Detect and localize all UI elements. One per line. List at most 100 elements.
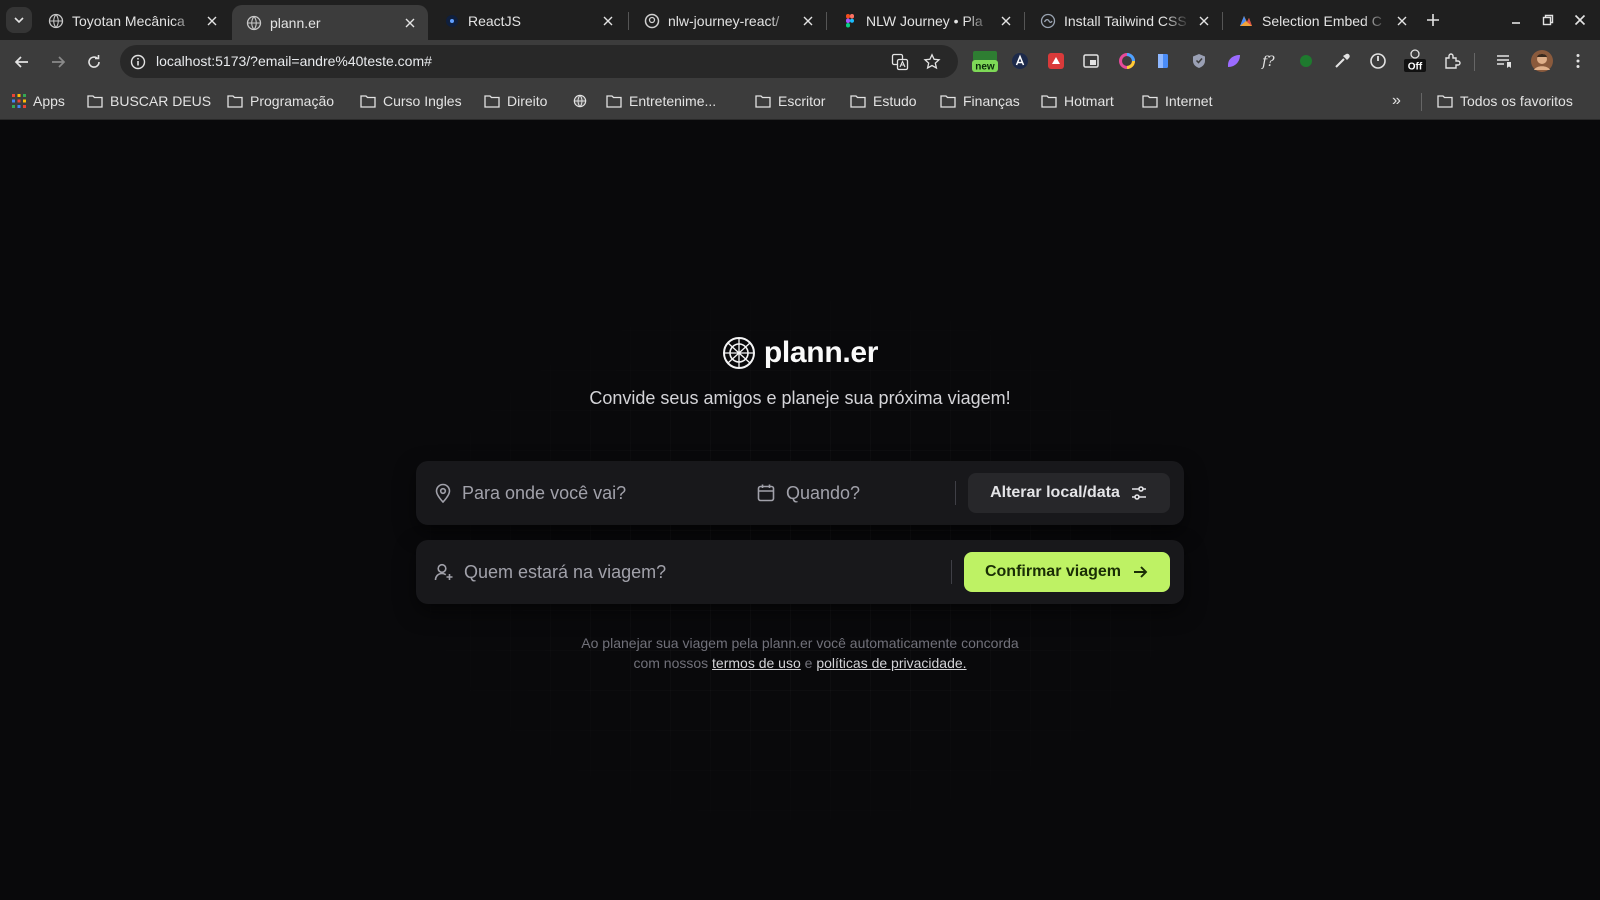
more-bookmarks-button[interactable]: »	[1392, 91, 1401, 111]
tab-toyotan[interactable]: Toyotan Mecânica	[34, 5, 230, 36]
plus-icon	[1427, 14, 1439, 26]
user-plus-icon	[434, 563, 453, 581]
bookmark-folder-internet[interactable]: Internet	[1142, 91, 1212, 111]
minimize-button[interactable]	[1506, 10, 1526, 30]
tab-reactjs[interactable]: ReactJS	[430, 5, 626, 36]
bookmark-star-icon[interactable]	[922, 52, 942, 72]
bookmark-folder-estudo[interactable]: Estudo	[850, 91, 917, 111]
bookmark-folder-curso-ingles[interactable]: Curso Ingles	[360, 91, 462, 111]
date-input[interactable]: Quando?	[756, 461, 946, 525]
site-info-icon[interactable]	[126, 50, 150, 74]
eyedropper-icon[interactable]	[1331, 50, 1353, 72]
extension-shield-icon[interactable]	[1188, 50, 1210, 72]
brand-logo-text: plann.er	[763, 336, 879, 369]
reload-button[interactable]	[82, 50, 106, 74]
react-icon	[444, 13, 460, 29]
tab-planner[interactable]: plann.er	[232, 5, 428, 40]
arrow-right-icon	[52, 56, 66, 68]
forward-button[interactable]	[46, 50, 70, 74]
folder-icon	[606, 95, 622, 108]
extensions-puzzle-icon[interactable]	[1441, 50, 1463, 72]
bookmark-label: Todos os favoritos	[1460, 93, 1573, 109]
tailwind-icon	[1040, 13, 1056, 29]
folder-icon	[1437, 95, 1453, 108]
bookmark-folder-entretenimento[interactable]: Entretenime...	[606, 91, 716, 111]
map-pin-icon	[435, 483, 451, 503]
folder-icon	[360, 95, 376, 108]
terms-of-use-link[interactable]: termos de uso	[712, 655, 801, 671]
change-location-date-button[interactable]: Alterar local/data	[968, 473, 1170, 513]
extension-color-ring-icon[interactable]	[1116, 50, 1138, 72]
destination-placeholder: Para onde você vai?	[462, 482, 627, 503]
guests-placeholder: Quem estará na viagem?	[464, 561, 667, 582]
apps-grid-icon	[12, 94, 26, 108]
new-tab-button[interactable]	[1422, 9, 1444, 31]
close-icon[interactable]	[600, 13, 616, 29]
terms-and: e	[804, 655, 813, 671]
bookmark-folder-financas[interactable]: Finanças	[940, 91, 1020, 111]
bookmark-globe[interactable]	[573, 91, 594, 111]
extension-badge-new: new	[975, 62, 995, 73]
date-placeholder: Quando?	[786, 482, 861, 503]
tab-title: Install Tailwind CSS	[1064, 12, 1187, 29]
bookmark-all-favorites[interactable]: Todos os favoritos	[1437, 91, 1573, 111]
back-button[interactable]	[10, 50, 34, 74]
close-icon[interactable]	[800, 13, 816, 29]
bookmark-folder-buscar-deus[interactable]: BUSCAR DEUS	[87, 91, 211, 111]
globe-icon	[573, 94, 587, 108]
bookmark-folder-hotmart[interactable]: Hotmart	[1041, 91, 1114, 111]
tab-github[interactable]: nlw-journey-react/	[630, 5, 826, 36]
guests-card: Quem estará na viagem? Confirmar viagem	[416, 540, 1184, 604]
bookmark-folder-programacao[interactable]: Programação	[227, 91, 334, 111]
guests-input[interactable]: Quem estará na viagem?	[434, 540, 934, 604]
tab-tailwind[interactable]: Install Tailwind CSS	[1026, 5, 1222, 36]
close-icon[interactable]	[998, 13, 1014, 29]
extension-docs-icon[interactable]	[1152, 50, 1174, 72]
extension-power-icon[interactable]	[1367, 50, 1389, 72]
close-icon[interactable]	[402, 15, 418, 31]
globe-icon	[48, 13, 64, 29]
extension-new-icon[interactable]: new	[970, 48, 1000, 74]
bookmark-label: Apps	[33, 93, 65, 109]
reading-list-icon[interactable]	[1493, 50, 1515, 72]
profile-avatar[interactable]	[1530, 49, 1554, 73]
bookmark-label: Entretenime...	[629, 93, 717, 109]
folder-icon	[940, 95, 956, 108]
tab-title: Selection Embed C	[1262, 12, 1382, 29]
bookmark-folder-escritor[interactable]: Escritor	[755, 91, 825, 111]
tab-title: ReactJS	[468, 12, 521, 29]
close-window-button[interactable]	[1570, 10, 1590, 30]
terms-line-2: com nossos termos de uso e políticas de …	[0, 653, 1600, 673]
extension-purple-icon[interactable]	[1223, 50, 1245, 72]
extension-arc-icon[interactable]	[1009, 50, 1031, 72]
address-bar[interactable]: localhost:5173/?email=andre%40teste.com#	[120, 45, 958, 78]
restore-button[interactable]	[1538, 10, 1558, 30]
close-icon[interactable]	[1394, 13, 1410, 29]
extension-off-icon[interactable]: Off	[1403, 48, 1427, 74]
tab-search-button[interactable]	[6, 7, 32, 33]
extension-red-icon[interactable]	[1045, 50, 1067, 72]
figma-icon	[842, 13, 858, 29]
close-icon[interactable]	[1196, 13, 1212, 29]
confirm-button-label: Confirmar viagem	[984, 563, 1122, 580]
calendar-icon	[757, 484, 775, 502]
extension-formula-icon[interactable]: f?	[1259, 50, 1281, 72]
extension-window-icon[interactable]	[1080, 50, 1102, 72]
bookmark-folder-direito[interactable]: Direito	[484, 91, 547, 111]
extension-green-dot-icon[interactable]	[1295, 50, 1317, 72]
confirm-trip-button[interactable]: Confirmar viagem	[964, 552, 1170, 592]
tab-figma[interactable]: NLW Journey • Pla	[828, 5, 1024, 36]
bookmark-label: Finanças	[963, 93, 1020, 109]
more-vert-icon[interactable]	[1567, 50, 1589, 72]
destination-date-card: Para onde você vai? Quando? Alterar loca…	[416, 461, 1184, 525]
privacy-policy-link[interactable]: políticas de privacidade.	[816, 655, 966, 671]
tab-selection-embed[interactable]: Selection Embed C	[1224, 5, 1420, 36]
tab-strip: Toyotan Mecânica plann.er ReactJS nlw-jo…	[0, 0, 1600, 40]
browser-toolbar: localhost:5173/?email=andre%40teste.com#…	[0, 40, 1600, 83]
destination-input[interactable]: Para onde você vai?	[434, 461, 734, 525]
bookmark-apps[interactable]: Apps	[12, 91, 65, 111]
bookmark-label: Internet	[1165, 93, 1213, 109]
field-divider	[951, 560, 952, 584]
translate-icon[interactable]	[890, 52, 910, 72]
close-icon[interactable]	[204, 13, 220, 29]
